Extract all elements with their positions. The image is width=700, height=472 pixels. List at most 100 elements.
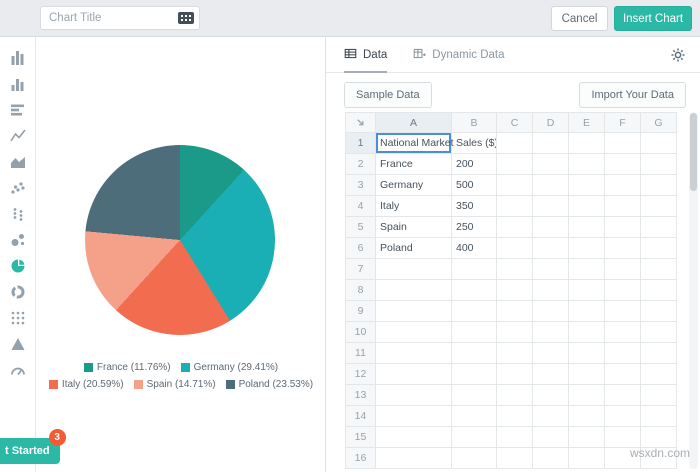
cell-d9[interactable] — [532, 300, 569, 322]
tab-data[interactable]: Data — [344, 37, 388, 73]
cell-g11[interactable] — [640, 342, 677, 364]
cell-g10[interactable] — [640, 321, 677, 343]
cell-g4[interactable] — [640, 195, 677, 217]
cell-d6[interactable] — [532, 237, 569, 259]
cell-d10[interactable] — [532, 321, 569, 343]
pie-chart-icon[interactable] — [0, 253, 35, 279]
cell-c7[interactable] — [496, 258, 533, 280]
cell-g9[interactable] — [640, 300, 677, 322]
histogram-icon[interactable] — [0, 45, 35, 71]
cell-c6[interactable] — [496, 237, 533, 259]
cell-f7[interactable] — [604, 258, 641, 280]
insert-chart-button[interactable]: Insert Chart — [614, 6, 692, 31]
scatter-plot-icon[interactable] — [0, 175, 35, 201]
tab-dynamic-data[interactable]: Dynamic Data — [413, 37, 505, 72]
grid-scrollbar[interactable] — [689, 112, 698, 469]
column-header-g[interactable]: G — [640, 112, 677, 133]
row-header-15[interactable]: 15 — [345, 426, 376, 448]
cell-f8[interactable] — [604, 279, 641, 301]
cell-f2[interactable] — [604, 153, 641, 175]
cell-c11[interactable] — [496, 342, 533, 364]
import-your-data-button[interactable]: Import Your Data — [579, 82, 686, 108]
cell-e5[interactable] — [568, 216, 605, 238]
horizontal-bar-chart-icon[interactable] — [0, 97, 35, 123]
cell-b12[interactable] — [451, 363, 497, 385]
row-header-8[interactable]: 8 — [345, 279, 376, 301]
cell-e11[interactable] — [568, 342, 605, 364]
cell-e12[interactable] — [568, 363, 605, 385]
cell-d4[interactable] — [532, 195, 569, 217]
cell-d2[interactable] — [532, 153, 569, 175]
cell-a8[interactable] — [375, 279, 452, 301]
cell-f10[interactable] — [604, 321, 641, 343]
column-header-f[interactable]: F — [604, 112, 641, 133]
cell-g13[interactable] — [640, 384, 677, 406]
sample-data-button[interactable]: Sample Data — [344, 82, 432, 108]
cell-b10[interactable] — [451, 321, 497, 343]
column-chart-icon[interactable] — [0, 71, 35, 97]
cell-b6[interactable]: 400 — [451, 237, 497, 259]
cell-f3[interactable] — [604, 174, 641, 196]
row-header-7[interactable]: 7 — [345, 258, 376, 280]
dot-plot-icon[interactable] — [0, 201, 35, 227]
cell-a9[interactable] — [375, 300, 452, 322]
row-header-11[interactable]: 11 — [345, 342, 376, 364]
cell-e1[interactable] — [568, 132, 605, 154]
cell-b16[interactable] — [451, 447, 497, 469]
cell-a1[interactable]: National Market — [375, 132, 454, 154]
row-header-2[interactable]: 2 — [345, 153, 376, 175]
cell-e2[interactable] — [568, 153, 605, 175]
cell-b1[interactable]: Sales ($) — [451, 132, 497, 154]
row-header-6[interactable]: 6 — [345, 237, 376, 259]
cell-a13[interactable] — [375, 384, 452, 406]
cell-c2[interactable] — [496, 153, 533, 175]
cell-a4[interactable]: Italy — [375, 195, 452, 217]
cell-g15[interactable] — [640, 426, 677, 448]
cell-d7[interactable] — [532, 258, 569, 280]
cell-f4[interactable] — [604, 195, 641, 217]
cell-c10[interactable] — [496, 321, 533, 343]
cell-d16[interactable] — [532, 447, 569, 469]
cell-a2[interactable]: France — [375, 153, 452, 175]
cell-a10[interactable] — [375, 321, 452, 343]
cell-a3[interactable]: Germany — [375, 174, 452, 196]
column-header-b[interactable]: B — [451, 112, 497, 133]
cell-a11[interactable] — [375, 342, 452, 364]
cancel-button[interactable]: Cancel — [551, 6, 608, 31]
row-header-10[interactable]: 10 — [345, 321, 376, 343]
cell-c16[interactable] — [496, 447, 533, 469]
keyboard-icon[interactable] — [178, 12, 194, 24]
cell-b15[interactable] — [451, 426, 497, 448]
dot-matrix-icon[interactable] — [0, 305, 35, 331]
cell-d13[interactable] — [532, 384, 569, 406]
cell-g12[interactable] — [640, 363, 677, 385]
cell-f11[interactable] — [604, 342, 641, 364]
gear-icon[interactable] — [670, 47, 686, 63]
cell-b5[interactable]: 250 — [451, 216, 497, 238]
bubble-chart-icon[interactable] — [0, 227, 35, 253]
cell-d5[interactable] — [532, 216, 569, 238]
cell-f14[interactable] — [604, 405, 641, 427]
cell-c5[interactable] — [496, 216, 533, 238]
cell-b8[interactable] — [451, 279, 497, 301]
cell-f9[interactable] — [604, 300, 641, 322]
cell-a16[interactable] — [375, 447, 452, 469]
cell-c9[interactable] — [496, 300, 533, 322]
donut-chart-icon[interactable] — [0, 279, 35, 305]
cell-d1[interactable] — [532, 132, 569, 154]
pie-chart[interactable] — [85, 145, 275, 335]
row-header-12[interactable]: 12 — [345, 363, 376, 385]
gauge-chart-icon[interactable] — [0, 357, 35, 383]
chart-title-field[interactable] — [41, 12, 178, 24]
cell-c3[interactable] — [496, 174, 533, 196]
cell-e13[interactable] — [568, 384, 605, 406]
cell-b4[interactable]: 350 — [451, 195, 497, 217]
cell-e14[interactable] — [568, 405, 605, 427]
cell-c4[interactable] — [496, 195, 533, 217]
row-header-16[interactable]: 16 — [345, 447, 376, 469]
cell-c14[interactable] — [496, 405, 533, 427]
cell-a6[interactable]: Poland — [375, 237, 452, 259]
cell-e6[interactable] — [568, 237, 605, 259]
cell-g8[interactable] — [640, 279, 677, 301]
get-started-button[interactable]: t Started 3 — [0, 429, 66, 464]
